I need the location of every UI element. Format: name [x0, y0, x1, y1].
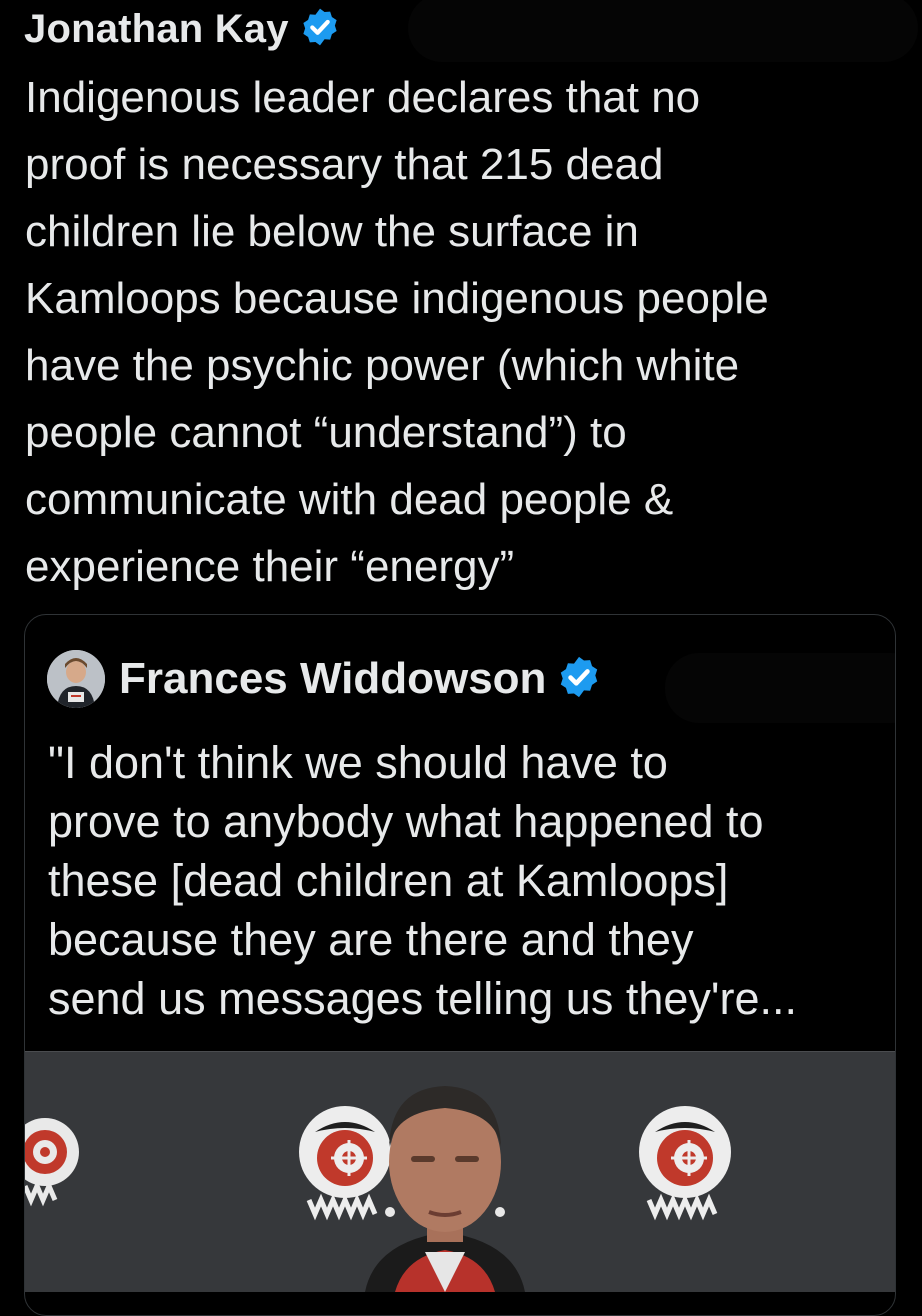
quoted-author-name[interactable]: Frances Widdowson — [119, 654, 546, 704]
verified-badge-icon[interactable] — [299, 6, 341, 53]
video-thumbnail[interactable] — [25, 1051, 895, 1292]
tweet-text: Indigenous leader declares that no proof… — [25, 73, 769, 591]
quoted-tweet-header: Frances Widdowson — [47, 649, 602, 709]
quoted-tweet-card[interactable]: Frances Widdowson "I don't think we shou… — [24, 614, 896, 1316]
redaction-mark — [665, 653, 895, 723]
tweet-author-name[interactable]: Jonathan Kay — [24, 7, 289, 52]
redaction-mark — [408, 0, 918, 62]
tweet: Jonathan Kay Indigenous leader declares … — [0, 0, 922, 1316]
avatar[interactable] — [47, 650, 105, 708]
verified-badge-icon[interactable] — [556, 654, 602, 705]
tweet-author-row: Jonathan Kay — [24, 2, 341, 56]
quoted-tweet-text: "I don't think we should have to prove t… — [48, 737, 797, 1024]
